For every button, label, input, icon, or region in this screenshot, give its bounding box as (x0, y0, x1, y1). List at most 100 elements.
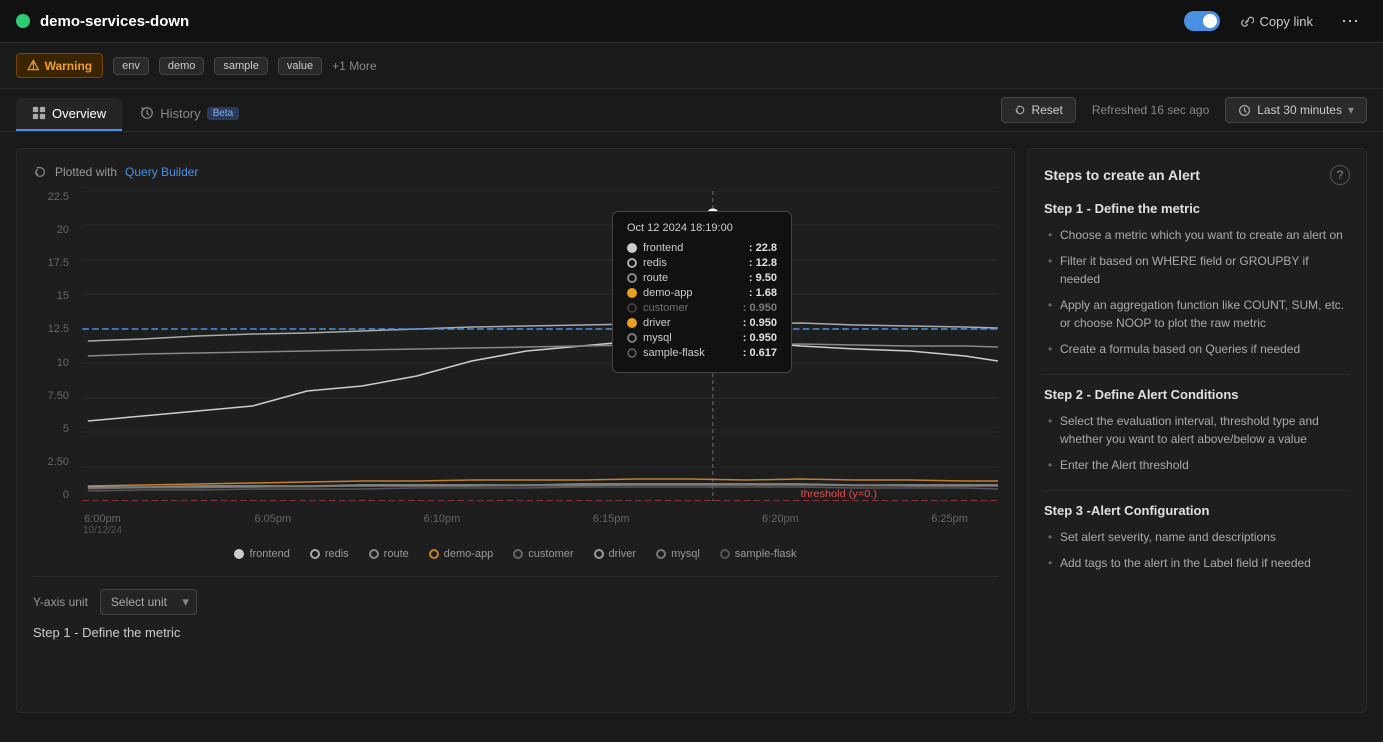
beta-badge: Beta (207, 107, 240, 120)
legend-customer: customer (513, 548, 573, 560)
tag-sample: sample (214, 57, 267, 75)
legend-dot-frontend (234, 549, 244, 559)
step1-item-3: Apply an aggregation function like COUNT… (1048, 296, 1350, 332)
tooltip-row-mysql: mysql : 0.950 (627, 332, 777, 344)
plotted-with-text: Plotted with (55, 165, 117, 179)
tooltip-dot-sample-flask (627, 348, 637, 358)
time-range-button[interactable]: Last 30 minutes ▾ (1225, 97, 1367, 123)
refresh-icon (33, 165, 47, 179)
warning-badge: ⚠ Warning (16, 53, 103, 78)
reset-button[interactable]: Reset (1001, 97, 1075, 123)
x-label-615: 6:15pm (593, 513, 630, 536)
legend-mysql: mysql (656, 548, 700, 560)
tag-env: env (113, 57, 149, 75)
panel-header: Steps to create an Alert ? (1044, 165, 1350, 185)
step1-items: Choose a metric which you want to create… (1044, 226, 1350, 358)
step2-items: Select the evaluation interval, threshol… (1044, 412, 1350, 474)
select-unit[interactable]: Select unit (100, 589, 197, 615)
tag-value: value (278, 57, 322, 75)
tooltip-dot-frontend (627, 243, 637, 253)
top-bar-right: Copy link ⋯ (1184, 8, 1367, 34)
main-content: Plotted with Query Builder 22.5 20 17.5 … (0, 132, 1383, 729)
legend-dot-demo-app (429, 549, 439, 559)
tooltip-dot-mysql (627, 333, 637, 343)
chart-legend: frontend redis route demo-app customer d… (33, 548, 998, 560)
y-axis-unit-label: Y-axis unit (33, 595, 88, 609)
x-axis: 6:00pm 10/12/24 6:05pm 6:10pm 6:15pm 6:2… (33, 509, 998, 540)
more-options-icon[interactable]: ⋯ (1333, 8, 1367, 34)
step1-item-1: Choose a metric which you want to create… (1048, 226, 1350, 244)
tooltip-row-frontend: frontend : 22.8 (627, 242, 777, 254)
step2-item-1: Select the evaluation interval, threshol… (1048, 412, 1350, 448)
chart-area: 22.5 20 17.5 15 12.5 10 7.50 5 2.50 0 (33, 191, 998, 501)
step1-title: Step 1 - Define the metric (1044, 201, 1350, 216)
x-label-620: 6:20pm (762, 513, 799, 536)
chart-bottom-bar: Y-axis unit Select unit (33, 576, 998, 615)
step-label: Step 1 - Define the metric (33, 625, 180, 640)
step3-items: Set alert severity, name and description… (1044, 528, 1350, 572)
tooltip-row-sample-flask: sample-flask : 0.617 (627, 347, 777, 359)
step-label-bar: Step 1 - Define the metric (33, 625, 998, 640)
tooltip-row-demo-app: demo-app : 1.68 (627, 287, 777, 299)
tab-history[interactable]: History Beta (124, 98, 255, 131)
nav-tabs: Overview History Beta Reset Refreshed 16… (0, 89, 1383, 132)
top-bar-left: demo-services-down (16, 13, 189, 30)
step-divider-2 (1044, 490, 1350, 491)
tabs-right: Reset Refreshed 16 sec ago Last 30 minut… (1001, 97, 1367, 131)
chart-svg: threshold (y=0.) (33, 191, 998, 501)
tabs-left: Overview History Beta (16, 98, 255, 131)
tooltip-dot-demo-app (627, 288, 637, 298)
step3-item-2: Add tags to the alert in the Label field… (1048, 554, 1350, 572)
step-divider-1 (1044, 374, 1350, 375)
history-icon (140, 106, 154, 120)
y-axis-labels: 22.5 20 17.5 15 12.5 10 7.50 5 2.50 0 (33, 191, 75, 501)
step2-item-2: Enter the Alert threshold (1048, 456, 1350, 474)
x-label-600: 6:00pm 10/12/24 (83, 513, 122, 536)
legend-dot-sample-flask (720, 549, 730, 559)
legend-dot-route (369, 549, 379, 559)
select-unit-wrapper[interactable]: Select unit (100, 589, 197, 615)
warning-icon: ⚠ (27, 57, 40, 74)
x-label-625: 6:25pm (931, 513, 968, 536)
legend-frontend: frontend (234, 548, 289, 560)
chart-panel: Plotted with Query Builder 22.5 20 17.5 … (16, 148, 1015, 713)
legend-driver: driver (594, 548, 637, 560)
svg-text:threshold (y=0.): threshold (y=0.) (801, 489, 877, 499)
tooltip-date: Oct 12 2024 18:19:00 (627, 222, 777, 234)
tooltip-row-redis: redis : 12.8 (627, 257, 777, 269)
more-tags[interactable]: +1 More (332, 59, 376, 73)
query-builder-link[interactable]: Query Builder (125, 165, 198, 179)
legend-demo-app: demo-app (429, 548, 494, 560)
panel-title: Steps to create an Alert (1044, 167, 1200, 183)
legend-route: route (369, 548, 409, 560)
step1-item-2: Filter it based on WHERE field or GROUPB… (1048, 252, 1350, 288)
tooltip-row-route: route : 9.50 (627, 272, 777, 284)
app-title: demo-services-down (40, 13, 189, 30)
legend-redis: redis (310, 548, 349, 560)
link-icon (1240, 14, 1254, 28)
legend-dot-driver (594, 549, 604, 559)
legend-dot-mysql (656, 549, 666, 559)
step3-section: Step 3 -Alert Configuration Set alert se… (1044, 503, 1350, 572)
time-range-chevron-icon: ▾ (1348, 103, 1354, 117)
tooltip-dot-driver (627, 318, 637, 328)
clock-icon (1238, 104, 1251, 117)
legend-dot-redis (310, 549, 320, 559)
copy-link-button[interactable]: Copy link (1232, 10, 1321, 33)
tag-demo: demo (159, 57, 205, 75)
status-dot (16, 14, 30, 28)
top-bar: demo-services-down Copy link ⋯ (0, 0, 1383, 43)
tooltip-row-customer: customer : 0.950 (627, 302, 777, 314)
step1-section: Step 1 - Define the metric Choose a metr… (1044, 201, 1350, 358)
toggle-switch[interactable] (1184, 11, 1220, 31)
chart-header: Plotted with Query Builder (33, 165, 998, 179)
chart-tooltip: Oct 12 2024 18:19:00 frontend : 22.8 red… (612, 211, 792, 373)
x-label-605: 6:05pm (254, 513, 291, 536)
overview-icon (32, 106, 46, 120)
step3-item-1: Set alert severity, name and description… (1048, 528, 1350, 546)
legend-dot-customer (513, 549, 523, 559)
refreshed-text: Refreshed 16 sec ago (1092, 103, 1209, 117)
alert-header: ⚠ Warning env demo sample value +1 More (0, 43, 1383, 89)
help-icon[interactable]: ? (1330, 165, 1350, 185)
tab-overview[interactable]: Overview (16, 98, 122, 131)
